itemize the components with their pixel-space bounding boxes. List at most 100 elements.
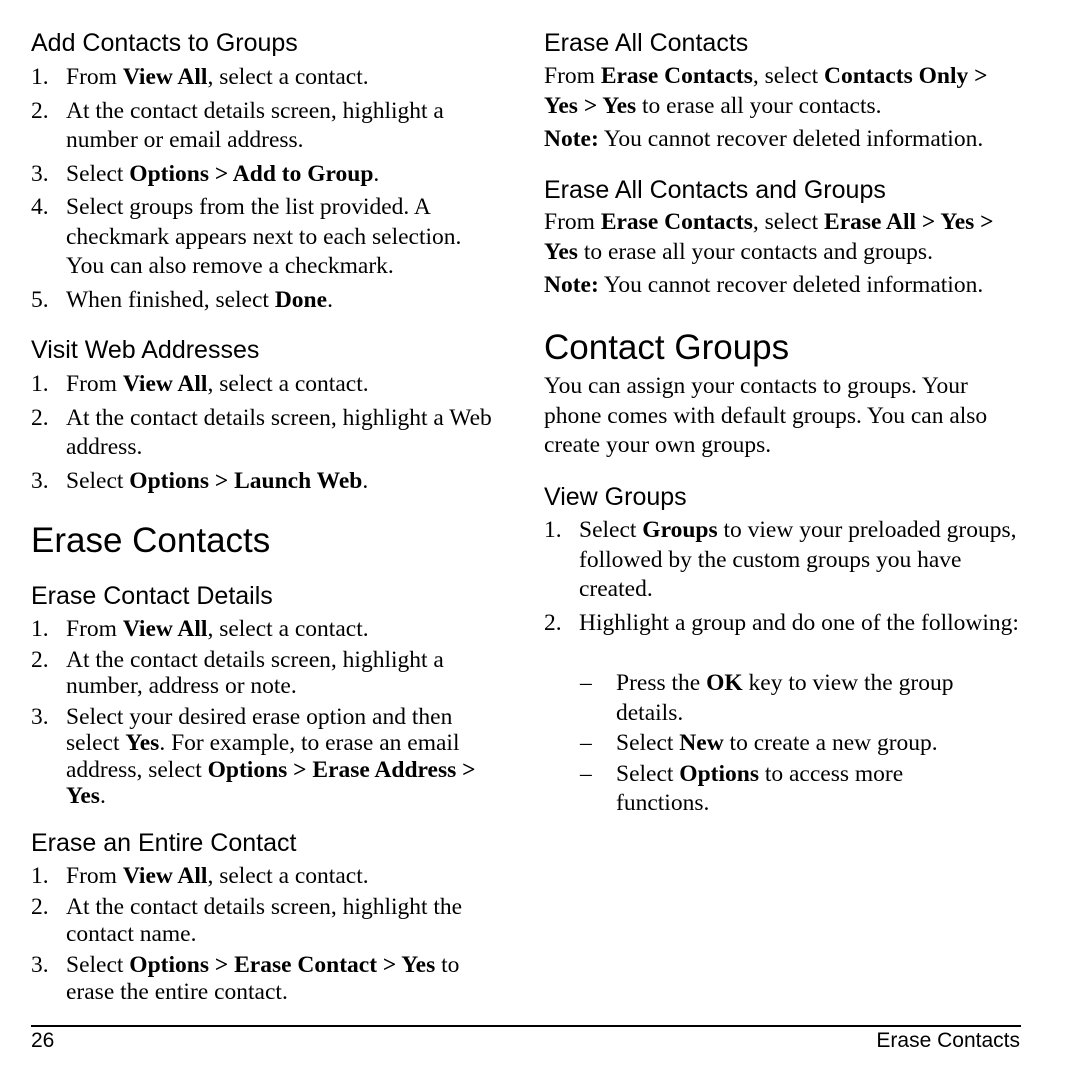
- bold-ui-term: Done: [274, 286, 328, 313]
- sub-list-item: – Select New to create a new group.: [544, 729, 994, 759]
- page-number: 26: [31, 1029, 55, 1052]
- note-erase-all-contacts: Note: You cannot recover deleted informa…: [544, 125, 1034, 155]
- steps-erase-contact-details: 1. From View All, select a contact. 2. At t…: [31, 612, 503, 810]
- bold-ui-term: Groups: [642, 517, 718, 543]
- steps-view-groups: 1. Select Groups to view your preloaded g…: [544, 512, 1024, 638]
- text-run: , select a contact.: [207, 371, 369, 397]
- text-run: .: [373, 160, 380, 187]
- text-run: From: [66, 616, 123, 642]
- heading-erase-entire-contact: Erase an Entire Contact: [31, 829, 297, 857]
- text-run: to erase all your contacts.: [636, 92, 882, 119]
- sub-items-view-groups: – Press the OK key to view the group deta…: [544, 668, 994, 819]
- list-number: 2.: [31, 97, 49, 124]
- bold-ui-term: Options > Add to Group: [129, 160, 374, 187]
- list-item: 2. At the contact details screen, highlig…: [31, 97, 501, 156]
- sub-list-item: – Press the OK key to view the group deta…: [544, 669, 994, 728]
- bold-ui-term: Options > Launch Web: [129, 467, 363, 494]
- steps-erase-entire-contact: 1. From View All, select a contact. 2. At t…: [31, 859, 506, 1006]
- text-run: Select: [616, 760, 680, 787]
- bold-ui-term: Yes: [125, 730, 160, 756]
- text-run: .: [99, 783, 106, 809]
- text-run: From: [544, 209, 601, 235]
- dash-bullet-icon: –: [580, 730, 592, 756]
- bold-ui-term: View All: [122, 371, 208, 397]
- dash-bullet-icon: –: [580, 670, 592, 696]
- text-run: You cannot recover deleted information.: [598, 126, 984, 152]
- list-item: 1. From View All, select a contact.: [31, 616, 503, 643]
- list-item: 3. Select Options > Erase Contact > Yes t…: [31, 952, 506, 1006]
- list-number: 1.: [31, 616, 49, 642]
- heading-erase-all-contacts-groups: Erase All Contacts and Groups: [544, 176, 886, 204]
- text-run: .: [362, 467, 369, 494]
- text-run: At the contact details screen, highlight…: [66, 894, 463, 947]
- section-title-erase-contacts: Erase Contacts: [31, 521, 271, 560]
- para-erase-all-contacts-groups: From Erase Contacts, select Erase All > …: [544, 208, 1019, 267]
- text-run: From: [544, 63, 601, 89]
- text-run: When finished, select: [66, 286, 275, 313]
- bold-ui-term: New: [679, 730, 724, 756]
- list-number: 3.: [31, 703, 49, 730]
- bold-ui-term: Note:: [544, 272, 599, 298]
- heading-add-contacts-to-groups: Add Contacts to Groups: [31, 29, 298, 57]
- contact-groups-intro: You can assign your contacts to groups. …: [544, 373, 988, 458]
- steps-add-contacts-to-groups: 1. From View All, select a contact. 2. At t…: [31, 59, 501, 315]
- list-number: 2.: [31, 646, 49, 673]
- list-number: 2.: [31, 404, 49, 431]
- list-number: 4.: [31, 194, 49, 220]
- text-run: .: [327, 286, 333, 313]
- list-number: 1.: [31, 64, 49, 90]
- text-run: At the contact details screen, highlight…: [66, 97, 444, 154]
- text-run: At the contact details screen, highlight…: [66, 404, 492, 461]
- bold-ui-term: Note:: [544, 126, 599, 152]
- text-run: , select: [752, 63, 825, 89]
- dash-bullet-icon: –: [580, 760, 592, 787]
- list-item: 1. Select Groups to view your preloaded g…: [544, 516, 1024, 605]
- list-number: 3.: [31, 160, 49, 187]
- bold-ui-term: Options > Erase Contact > Yes: [129, 952, 436, 978]
- list-item: 5. When finished, select Done.: [31, 286, 501, 316]
- text-run: Highlight a group and do one of the foll…: [579, 609, 1019, 636]
- bold-ui-term: Erase Contacts: [600, 63, 753, 89]
- heading-view-groups: View Groups: [544, 483, 687, 511]
- text-run: Press the: [616, 670, 707, 696]
- text-run: , select a contact.: [207, 863, 369, 889]
- steps-visit-web-addresses: 1. From View All, select a contact. 2. At t…: [31, 366, 501, 496]
- bold-ui-term: View All: [122, 863, 208, 889]
- text-run: Select: [66, 160, 130, 187]
- text-run: to erase all your contacts and groups.: [577, 238, 933, 265]
- list-item: 1. From View All, select a contact.: [31, 370, 501, 400]
- text-run: Select: [579, 517, 643, 543]
- text-run: , select: [752, 209, 825, 235]
- footer-rule: [31, 1025, 1021, 1027]
- note-erase-all-contacts-groups: Note: You cannot recover deleted informa…: [544, 271, 1034, 301]
- heading-erase-contact-details: Erase Contact Details: [31, 582, 273, 610]
- list-item: 3. Select Options > Launch Web.: [31, 467, 501, 497]
- list-number: 1.: [31, 371, 49, 397]
- text-run: At the contact details screen, highlight…: [66, 646, 444, 700]
- bold-ui-term: Options: [679, 760, 759, 787]
- list-number: 1.: [31, 863, 49, 889]
- footer-section-name: Erase Contacts: [876, 1029, 1020, 1052]
- list-item: 1. From View All, select a contact.: [31, 63, 501, 93]
- para-erase-all-contacts: From Erase Contacts, select Contacts Onl…: [544, 62, 1024, 121]
- list-number: 2.: [544, 609, 562, 636]
- text-run: From: [66, 64, 123, 90]
- text-run: From: [66, 371, 123, 397]
- list-item: 3. Select your desired erase option and t…: [31, 704, 503, 810]
- list-number: 3.: [31, 467, 49, 494]
- sub-list-item: – Select Options to access more functions…: [544, 760, 994, 819]
- text-run: You cannot recover deleted information.: [598, 272, 984, 298]
- list-item: 2. At the contact details screen, highlig…: [31, 894, 506, 948]
- text-run: , select a contact.: [207, 616, 369, 642]
- text-run: Select: [616, 730, 680, 756]
- bold-ui-term: OK: [706, 670, 743, 696]
- bold-ui-term: View All: [122, 616, 208, 642]
- heading-visit-web-addresses: Visit Web Addresses: [31, 336, 260, 364]
- text-run: , select a contact.: [207, 64, 369, 90]
- bold-ui-term: Erase Contacts: [600, 209, 753, 235]
- bold-ui-term: View All: [122, 64, 208, 90]
- section-title-contact-groups: Contact Groups: [544, 328, 790, 367]
- list-number: 3.: [31, 952, 49, 978]
- list-number: 5.: [31, 286, 49, 313]
- list-number: 1.: [544, 517, 562, 543]
